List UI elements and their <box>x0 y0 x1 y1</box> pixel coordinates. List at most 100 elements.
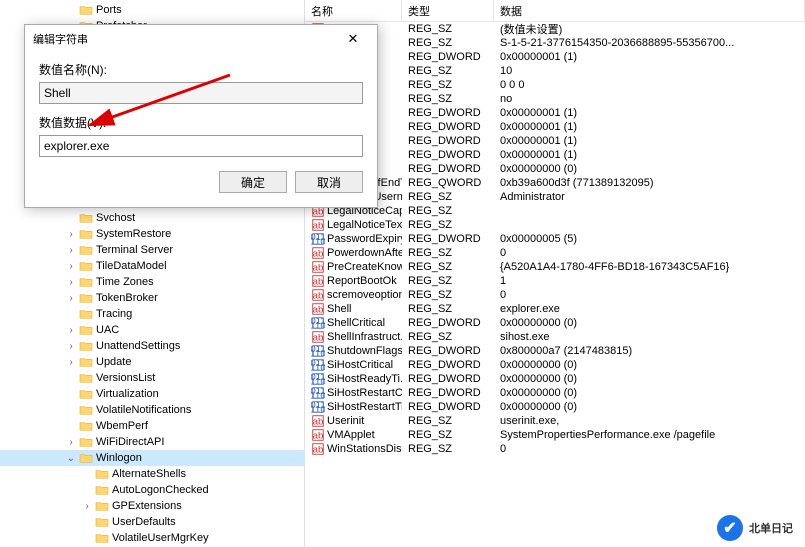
col-data[interactable]: 数据 <box>494 0 805 21</box>
value-type: REG_QWORD <box>402 177 494 189</box>
edit-string-dialog: 编辑字符串 ✕ 数值名称(N): 数值数据(V): 确定 取消 <box>24 24 378 208</box>
value-row[interactable]: 011110on...REG_DWORD0x00000001 (1) <box>305 106 805 120</box>
expander-icon[interactable]: ⌄ <box>64 453 78 464</box>
value-name: ShutdownFlags <box>327 345 402 357</box>
value-row[interactable]: abVMAppletREG_SZSystemPropertiesPerforma… <box>305 428 805 442</box>
tree-item[interactable]: WbemPerf <box>0 418 304 434</box>
tree-item[interactable]: Ports <box>0 2 304 18</box>
list-body[interactable]: abREG_SZ(数值未设置)abIDREG_SZS-1-5-21-377615… <box>305 22 805 456</box>
expander-icon[interactable]: › <box>64 261 78 272</box>
tree-item[interactable]: Virtualization <box>0 386 304 402</box>
value-type: REG_SZ <box>402 303 494 315</box>
value-row[interactable]: abPowerdownAfte...REG_SZ0 <box>305 246 805 260</box>
value-row[interactable]: abWinStationsDis...REG_SZ0 <box>305 442 805 456</box>
value-row[interactable]: abUserinitREG_SZuserinit.exe, <box>305 414 805 428</box>
tree-item[interactable]: Tracing <box>0 306 304 322</box>
value-row[interactable]: abREG_SZ(数值未设置) <box>305 22 805 36</box>
value-row[interactable]: abPreCreateKnow...REG_SZ{A520A1A4-1780-4… <box>305 260 805 274</box>
expander-icon[interactable]: › <box>64 277 78 288</box>
value-name-input[interactable] <box>39 82 363 104</box>
col-type[interactable]: 类型 <box>402 0 494 21</box>
expander-icon[interactable]: › <box>64 245 78 256</box>
value-type: REG_SZ <box>402 275 494 287</box>
tree-item[interactable]: AutoLogonChecked <box>0 482 304 498</box>
value-row[interactable]: 011110SiHostRestartC...REG_DWORD0x000000… <box>305 386 805 400</box>
value-row[interactable]: 011110tIn...REG_DWORD0x00000001 (1) <box>305 148 805 162</box>
value-data: S-1-5-21-3776154350-2036688895-55356700.… <box>494 37 805 49</box>
cancel-button[interactable]: 取消 <box>295 171 363 193</box>
dialog-titlebar[interactable]: 编辑字符串 ✕ <box>25 25 377 53</box>
value-row[interactable]: abLastUsedUsern...REG_SZAdministrator <box>305 190 805 204</box>
value-row[interactable]: 011110n...REG_DWORD0x00000000 (0) <box>305 162 805 176</box>
folder-icon <box>78 435 94 449</box>
expander-icon[interactable]: › <box>64 325 78 336</box>
value-row[interactable]: 011110SiHostCriticalREG_DWORD0x00000000 … <box>305 358 805 372</box>
expander-icon[interactable]: › <box>64 437 78 448</box>
folder-icon <box>94 483 110 497</box>
value-row[interactable]: abLegalNoticeCap...REG_SZ <box>305 204 805 218</box>
value-type: REG_SZ <box>402 331 494 343</box>
value-row[interactable]: 011110LastLogOffEndTi...REG_QWORD0xb39a6… <box>305 176 805 190</box>
tree-item[interactable]: › UAC <box>0 322 304 338</box>
tree-label: GPExtensions <box>112 500 182 512</box>
value-row[interactable]: abscremoveoptionREG_SZ0 <box>305 288 805 302</box>
tree-label: UAC <box>96 324 119 336</box>
expander-icon[interactable]: › <box>80 501 94 512</box>
folder-icon <box>78 451 94 465</box>
tree-item[interactable]: ›WiFiDirectAPI <box>0 434 304 450</box>
value-row[interactable]: 011110PasswordExpiry...REG_DWORD0x000000… <box>305 232 805 246</box>
expander-icon[interactable]: › <box>64 341 78 352</box>
expander-icon[interactable]: › <box>64 357 78 368</box>
value-row[interactable]: abShellInfrastruct...REG_SZsihost.exe <box>305 330 805 344</box>
tree-item[interactable]: VolatileUserMgrKey <box>0 530 304 546</box>
value-name: PowerdownAfte... <box>327 247 402 259</box>
value-row[interactable]: abReportBootOkREG_SZ1 <box>305 274 805 288</box>
close-icon[interactable]: ✕ <box>337 27 369 51</box>
value-row[interactable]: 011110SiHostReadyTi...REG_DWORD0x0000000… <box>305 372 805 386</box>
value-row[interactable]: abIDREG_SZS-1-5-21-3776154350-2036688895… <box>305 36 805 50</box>
tree-item[interactable]: ›Update <box>0 354 304 370</box>
tree-item[interactable]: VolatileNotifications <box>0 402 304 418</box>
tree-item[interactable]: ›Terminal Server <box>0 242 304 258</box>
value-row[interactable]: 011110ShellCriticalREG_DWORD0x00000000 (… <box>305 316 805 330</box>
expander-icon[interactable]: › <box>64 229 78 240</box>
tree-item[interactable]: › GPExtensions <box>0 498 304 514</box>
value-type: REG_SZ <box>402 37 494 49</box>
tree-item[interactable]: Svchost <box>0 210 304 226</box>
value-row[interactable]: ab...REG_SZ0 0 0 <box>305 78 805 92</box>
value-type: REG_SZ <box>402 23 494 35</box>
value-data: sihost.exe <box>494 331 805 343</box>
value-row[interactable]: 011110ns...REG_DWORD0x00000001 (1) <box>305 134 805 148</box>
tree-item[interactable]: ›UnattendSettings <box>0 338 304 354</box>
tree-item[interactable]: VersionsList <box>0 370 304 386</box>
value-row[interactable]: abShellREG_SZexplorer.exe <box>305 302 805 316</box>
value-type: REG_SZ <box>402 429 494 441</box>
tree-item[interactable]: ›Time Zones <box>0 274 304 290</box>
tree-item[interactable]: ›SystemRestore <box>0 226 304 242</box>
tree-item[interactable]: ›TokenBroker <box>0 290 304 306</box>
value-data-input[interactable] <box>39 135 363 157</box>
binary-value-icon: 011110 <box>311 386 325 400</box>
folder-icon <box>78 307 94 321</box>
col-name[interactable]: 名称 <box>305 0 402 21</box>
value-data: 0x00000005 (5) <box>494 233 805 245</box>
tree-item[interactable]: ⌄Winlogon <box>0 450 304 466</box>
tree-item[interactable]: UserDefaults <box>0 514 304 530</box>
value-type: REG_DWORD <box>402 373 494 385</box>
value-row[interactable]: 011110SiHostRestartTi...REG_DWORD0x00000… <box>305 400 805 414</box>
value-row[interactable]: 011110ShutdownFlagsREG_DWORD0x800000a7 (… <box>305 344 805 358</box>
binary-value-icon: 011110 <box>311 344 325 358</box>
ok-button[interactable]: 确定 <box>219 171 287 193</box>
value-row[interactable]: ab...REG_SZ10 <box>305 64 805 78</box>
tree-item[interactable]: ›TileDataModel <box>0 258 304 274</box>
value-row[interactable]: ab...REG_SZno <box>305 92 805 106</box>
value-row[interactable]: abLegalNoticeTextREG_SZ <box>305 218 805 232</box>
expander-icon[interactable]: › <box>64 293 78 304</box>
value-data: userinit.exe, <box>494 415 805 427</box>
value-data-label: 数值数据(V): <box>39 114 363 131</box>
tree-item[interactable]: AlternateShells <box>0 466 304 482</box>
value-row[interactable]: 011110But...REG_DWORD0x00000001 (1) <box>305 120 805 134</box>
value-row[interactable]: 011110a...REG_DWORD0x00000001 (1) <box>305 50 805 64</box>
value-name: VMApplet <box>327 429 375 441</box>
value-data: 0x00000000 (0) <box>494 359 805 371</box>
